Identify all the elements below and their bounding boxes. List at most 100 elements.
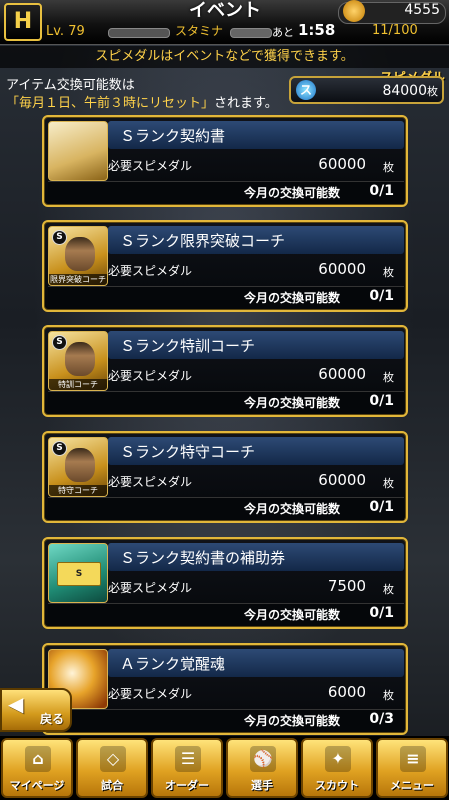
ticket-icon: S	[48, 543, 108, 603]
info-text-line1: アイテム交換可能数は	[6, 78, 135, 93]
coin-value: 4555	[404, 2, 440, 18]
menu-icon: ≡	[400, 746, 426, 772]
item-card-training-coach[interactable]: S 特訓コーチ Ｓランク特訓コーチ 必要スピメダル 60000 枚 今月の交換可…	[42, 325, 408, 417]
required-medal-label: 必要スピメダル	[108, 369, 193, 383]
exchange-label: 今月の交換可能数	[244, 608, 341, 622]
info-rest: されます。	[214, 96, 278, 111]
unit-label: 枚	[383, 689, 394, 702]
stamina-bar	[230, 28, 272, 38]
team-logo-icon[interactable]: H	[4, 3, 42, 41]
item-name: Ｓランク契約書の補助券	[120, 549, 286, 567]
exchange-label: 今月の交換可能数	[244, 186, 341, 200]
back-label: 戻る	[40, 712, 65, 726]
exchange-bar	[48, 391, 404, 414]
exchange-label: 今月の交換可能数	[244, 714, 341, 728]
coach-face	[65, 237, 95, 271]
nav-player-button[interactable]: ⚾ 選手	[226, 738, 298, 798]
level-progress-bar	[108, 28, 170, 38]
unit-label: 枚	[383, 583, 394, 596]
required-medal-value: 60000	[318, 155, 366, 173]
required-medal-value: 60000	[318, 260, 366, 278]
exchange-bar	[48, 603, 404, 626]
item-card-limit-break-coach[interactable]: S 限界突破コーチ Ｓランク限界突破コーチ 必要スピメダル 60000 枚 今月…	[42, 220, 408, 312]
item-card-a-awakening-soul[interactable]: Ａランク覚醒魂 必要スピメダル 6000 枚 今月の交換可能数 0/3	[42, 643, 408, 735]
item-card-s-contract[interactable]: Ｓランク契約書 必要スピメダル 60000 枚 今月の交換可能数 0/1	[42, 115, 408, 207]
coin-bag-icon	[343, 0, 365, 22]
spi-medal-icon: ス	[296, 80, 316, 100]
exchange-count: 0/1	[369, 183, 394, 199]
home-icon: ⌂	[25, 746, 51, 772]
required-medal-label: 必要スピメダル	[108, 264, 193, 278]
coach-portrait-icon: S 特守コーチ	[48, 437, 108, 497]
stamina-label: スタミナ	[175, 24, 224, 38]
info-text-line2: 「毎月１日、午前３時にリセット」されます。	[6, 92, 278, 111]
required-medal-value: 7500	[327, 577, 366, 595]
unit-label: 枚	[383, 371, 394, 384]
medal-balance: 84000枚	[382, 83, 438, 99]
exchange-label: 今月の交換可能数	[244, 396, 341, 410]
unit-label: 枚	[383, 161, 394, 174]
nav-label: マイページ	[9, 779, 65, 792]
player-level: Lv. 79	[46, 24, 85, 39]
item-card-defense-coach[interactable]: S 特守コーチ Ｓランク特守コーチ 必要スピメダル 60000 枚 今月の交換可…	[42, 431, 408, 523]
item-name: Ａランク覚醒魂	[120, 655, 226, 673]
exchange-bar	[48, 181, 404, 204]
exchange-bar	[48, 286, 404, 309]
nav-mypage-button[interactable]: ⌂ マイページ	[1, 738, 73, 798]
nav-label: オーダー	[165, 779, 209, 792]
required-medal-value: 60000	[318, 471, 366, 489]
coach-portrait-icon: S 限界突破コーチ	[48, 226, 108, 286]
item-name: Ｓランク特守コーチ	[120, 443, 256, 461]
player-icon: ⚾	[250, 746, 276, 772]
nav-label: 選手	[251, 779, 273, 792]
nav-label: 試合	[101, 779, 123, 792]
nav-menu-button[interactable]: ≡ メニュー	[376, 738, 448, 798]
required-medal-value: 6000	[327, 683, 366, 701]
thumb-caption: 特守コーチ	[49, 485, 107, 496]
thumb-caption: 限界突破コーチ	[49, 274, 107, 285]
recovery-label: あと	[272, 26, 294, 39]
required-medal-label: 必要スピメダル	[108, 581, 193, 595]
nav-match-button[interactable]: ◇ 試合	[76, 738, 148, 798]
scout-icon: ✦	[325, 746, 351, 772]
exchange-count: 0/1	[369, 605, 394, 621]
required-medal-label: 必要スピメダル	[108, 475, 193, 489]
stadium-icon: ◇	[100, 746, 126, 772]
stamina-timer: 1:58	[298, 21, 336, 39]
unit-label: 枚	[383, 266, 394, 279]
nav-label: スカウト	[315, 779, 359, 792]
coach-portrait-icon: S 特訓コーチ	[48, 331, 108, 391]
s-rank-badge-icon: S	[52, 230, 67, 245]
exchange-bar	[48, 497, 404, 520]
item-card-contract-ticket[interactable]: S Ｓランク契約書の補助券 必要スピメダル 7500 枚 今月の交換可能数 0/…	[42, 537, 408, 629]
unit-label: 枚	[383, 477, 394, 490]
coach-face	[65, 448, 95, 482]
item-name: Ｓランク特訓コーチ	[120, 337, 256, 355]
required-medal-value: 60000	[318, 365, 366, 383]
exchange-count: 0/1	[369, 393, 394, 409]
exchange-label: 今月の交換可能数	[244, 502, 341, 516]
item-name: Ｓランク契約書	[120, 127, 226, 145]
notice-banner: スピメダルはイベントなどで獲得できます。	[0, 46, 449, 68]
s-rank-badge-icon: S	[52, 335, 67, 350]
s-rank-badge-icon: S	[52, 441, 67, 456]
info-highlight: 「毎月１日、午前３時にリセット」	[6, 96, 215, 111]
exchange-label: 今月の交換可能数	[244, 291, 341, 305]
ticket-shape: S	[57, 562, 101, 586]
required-medal-label: 必要スピメダル	[108, 159, 193, 173]
coach-face	[65, 342, 95, 376]
exchange-count: 0/3	[369, 711, 394, 727]
nav-order-button[interactable]: ☰ オーダー	[151, 738, 223, 798]
stamina-count: 11/100	[372, 23, 418, 38]
back-arrow-icon: ◀	[8, 692, 24, 716]
exchange-count: 0/1	[369, 288, 394, 304]
page-title: イベント	[189, 0, 261, 21]
nav-scout-button[interactable]: ✦ スカウト	[301, 738, 373, 798]
required-medal-label: 必要スピメダル	[108, 687, 193, 701]
exchange-bar	[48, 709, 404, 732]
nav-label: メニュー	[390, 779, 434, 792]
contract-icon	[48, 121, 108, 181]
item-name: Ｓランク限界突破コーチ	[120, 232, 286, 250]
back-button[interactable]: ◀ 戻る	[0, 688, 72, 732]
thumb-caption: 特訓コーチ	[49, 379, 107, 390]
